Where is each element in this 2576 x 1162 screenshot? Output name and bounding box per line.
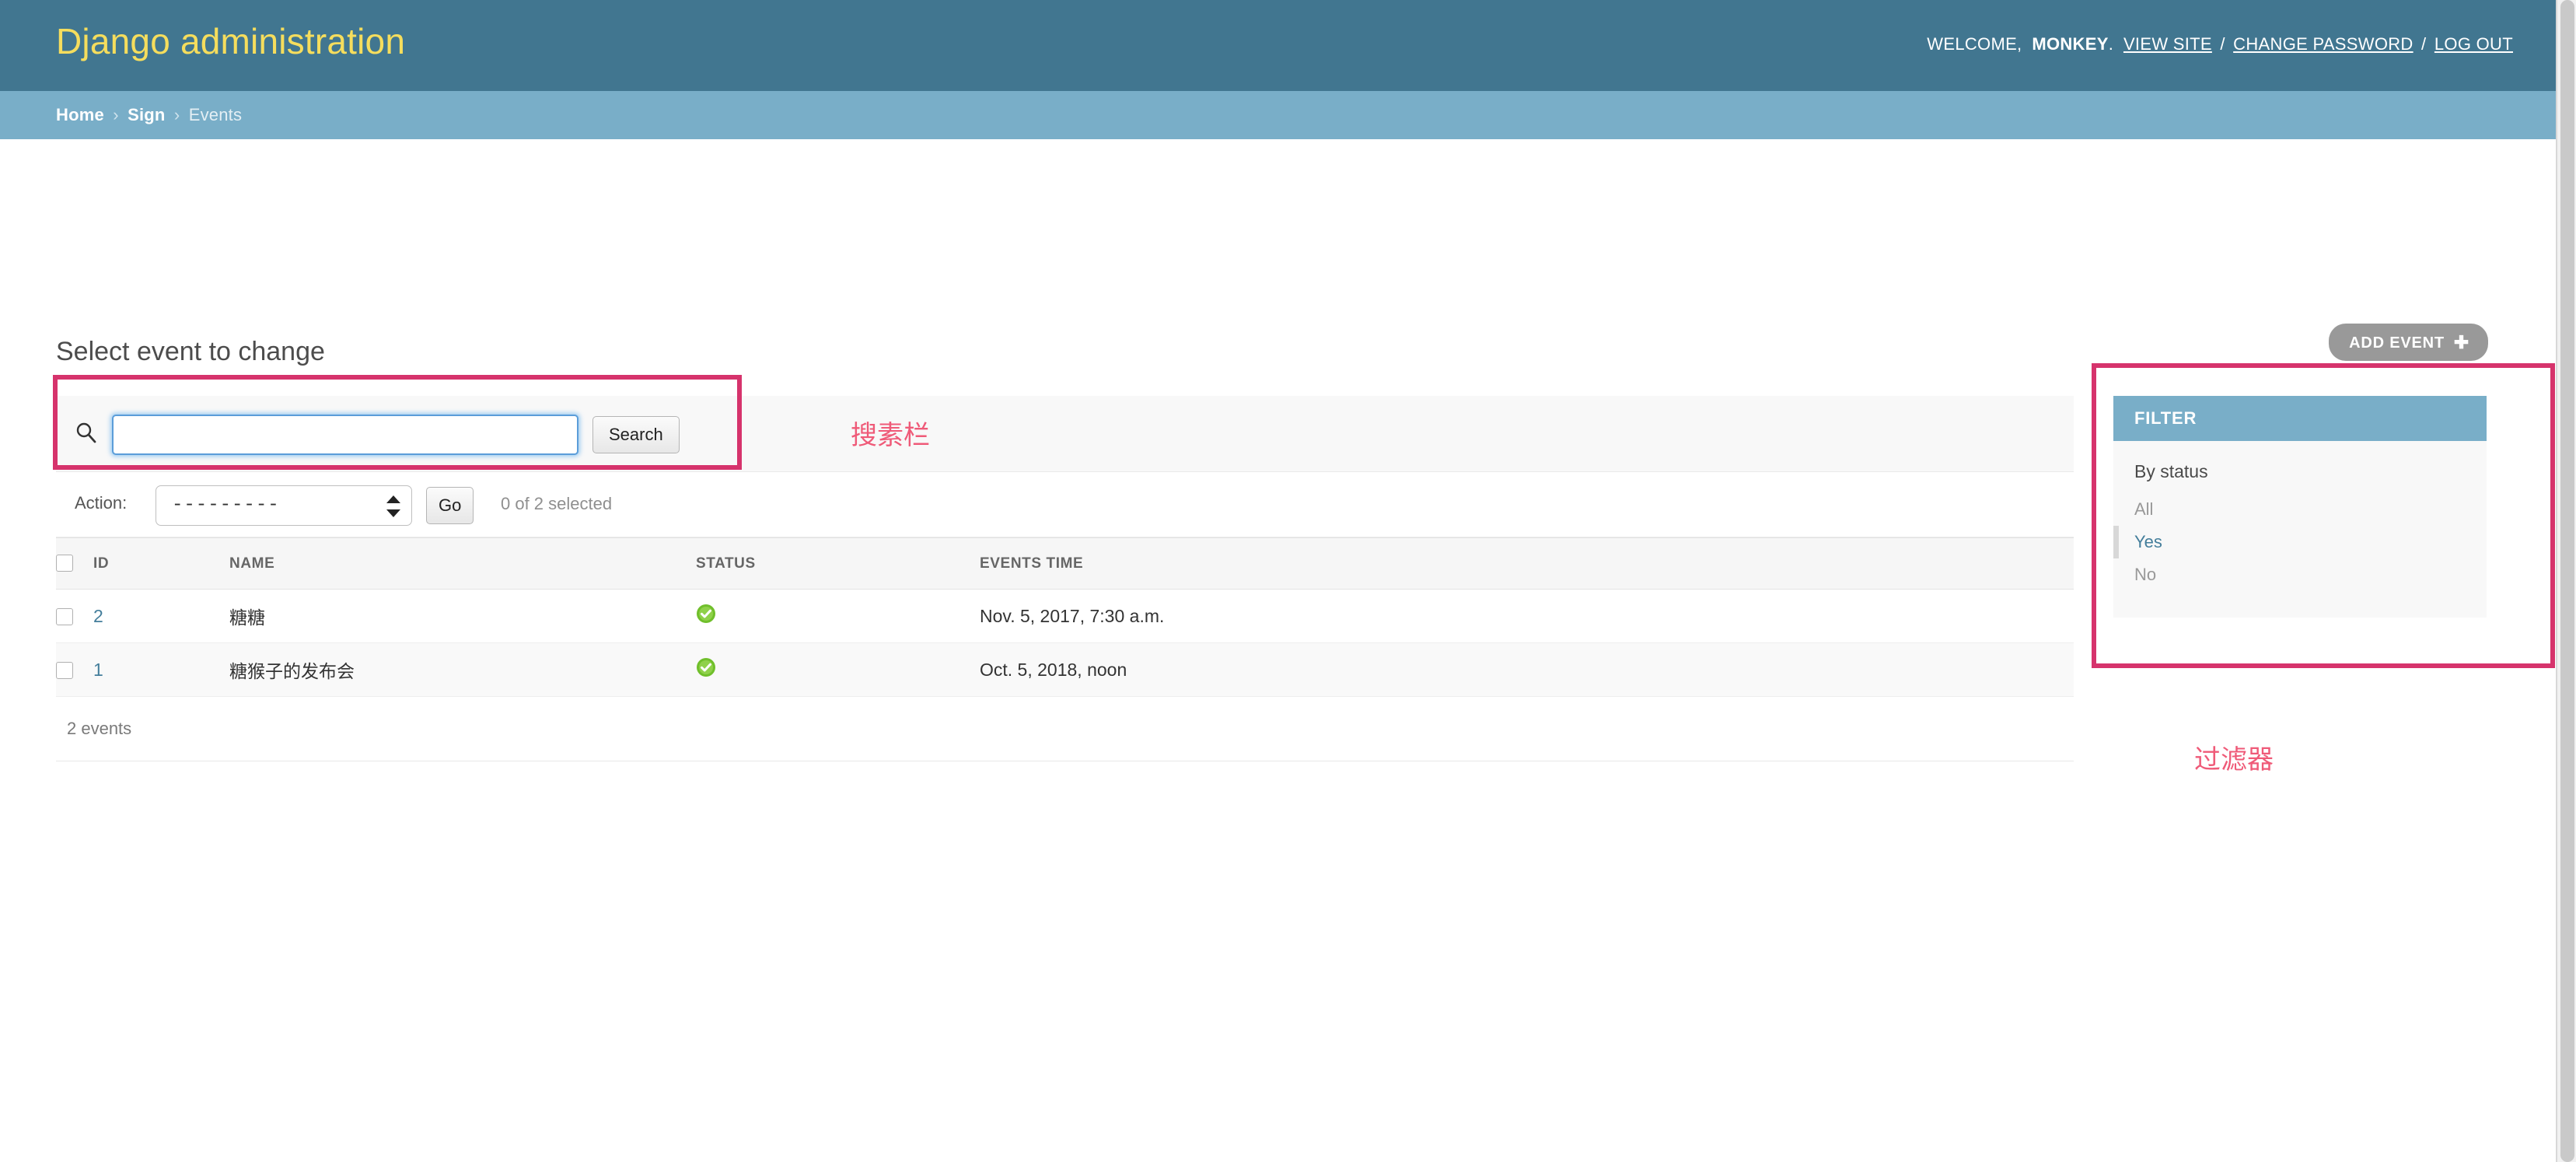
annotation-label-filter: 过滤器 <box>2194 745 2274 775</box>
username-label: MONKEY <box>2032 34 2109 54</box>
change-password-link[interactable]: CHANGE PASSWORD <box>2233 34 2413 54</box>
changelist: Search Action: --------- Go 0 of 2 selec… <box>56 396 2074 761</box>
column-header-name[interactable]: NAME <box>229 537 696 590</box>
filter-group-title: By status <box>2134 461 2208 481</box>
row-time-cell: Nov. 5, 2017, 7:30 a.m. <box>980 589 2074 643</box>
filter-choice-yes[interactable]: Yes <box>2113 526 2487 558</box>
search-submit-button[interactable]: Search <box>592 416 680 453</box>
filter-choice-no-link[interactable]: No <box>2134 565 2156 584</box>
filter-choice-yes-link[interactable]: Yes <box>2134 532 2162 551</box>
search-input[interactable] <box>112 415 578 455</box>
row-status-cell <box>696 589 980 643</box>
filter-choice-all-link[interactable]: All <box>2134 499 2153 519</box>
filter-header: FILTER <box>2113 396 2487 441</box>
table-row: 2 糖糖 Nov. 5, 2017, 7:30 a.m. <box>56 589 2074 643</box>
row-id-cell: 2 <box>93 589 229 643</box>
filter-body: By status All Yes No <box>2113 441 2487 618</box>
site-header: Django administration WELCOME, MONKEY. V… <box>0 0 2556 91</box>
column-header-status[interactable]: STATUS <box>696 537 980 590</box>
select-all-header <box>56 537 93 590</box>
row-id-link[interactable]: 1 <box>93 660 103 680</box>
check-circle-green-icon <box>696 604 716 624</box>
chevron-updown-icon <box>386 495 400 518</box>
breadcrumb-separator-1: › <box>113 105 119 124</box>
action-bar: Action: --------- Go 0 of 2 selected <box>56 472 2074 537</box>
breadcrumb-home[interactable]: Home <box>56 105 104 124</box>
row-status-cell <box>696 642 980 697</box>
row-select-cell <box>56 642 93 697</box>
table-header-row: ID NAME STATUS EVENTS TIME <box>56 537 2074 590</box>
add-event-button[interactable]: ADD EVENT ✚ <box>2329 324 2488 361</box>
row-name-cell: 糖猴子的发布会 <box>229 642 696 697</box>
row-name-cell: 糖糖 <box>229 589 696 643</box>
results-table: ID NAME STATUS EVENTS TIME 2 糖糖 Nov. 5, … <box>56 537 2074 697</box>
paginator: 2 events <box>56 697 2074 761</box>
link-separator-1: / <box>2220 34 2225 54</box>
site-branding: Django administration <box>56 21 406 61</box>
action-select-value: --------- <box>172 495 280 516</box>
username-period: . <box>2108 34 2114 54</box>
page-scrollbar[interactable] <box>2556 0 2576 1162</box>
column-header-id[interactable]: ID <box>93 537 229 590</box>
welcome-text: WELCOME, <box>1927 34 2022 54</box>
row-id-cell: 1 <box>93 642 229 697</box>
filter-choice-no[interactable]: No <box>2113 558 2487 591</box>
filter-choice-all[interactable]: All <box>2113 493 2487 526</box>
page-title: Select event to change <box>56 336 325 366</box>
search-toolbar: Search <box>56 396 2074 472</box>
object-tools: ADD EVENT ✚ <box>2329 324 2488 361</box>
breadcrumb-events: Events <box>188 105 243 124</box>
search-icon <box>75 422 97 443</box>
add-event-label: ADD EVENT <box>2349 334 2445 352</box>
table-row: 1 糖猴子的发布会 Oct. 5, 2018, noon <box>56 642 2074 697</box>
row-time-cell: Oct. 5, 2018, noon <box>980 642 2074 697</box>
check-circle-green-icon <box>696 657 716 677</box>
breadcrumb: Home › Sign › Events <box>0 91 2556 139</box>
column-header-events-time[interactable]: EVENTS TIME <box>980 537 2074 590</box>
breadcrumb-separator-2: › <box>173 105 180 124</box>
browser-viewport: Django administration WELCOME, MONKEY. V… <box>0 0 2556 1162</box>
row-id-link[interactable]: 2 <box>93 606 103 626</box>
plus-icon: ✚ <box>2453 332 2469 352</box>
annotation-label-search: 搜素栏 <box>851 421 930 450</box>
log-out-link[interactable]: LOG OUT <box>2434 34 2513 54</box>
scrollbar-thumb[interactable] <box>2560 0 2574 1162</box>
row-checkbox[interactable] <box>56 662 73 680</box>
action-select[interactable]: --------- <box>156 485 412 526</box>
select-all-checkbox[interactable] <box>56 555 73 572</box>
breadcrumb-sign[interactable]: Sign <box>128 105 165 124</box>
row-select-cell <box>56 589 93 643</box>
user-tools: WELCOME, MONKEY. VIEW SITE / CHANGE PASS… <box>1927 34 2513 54</box>
link-separator-2: / <box>2421 34 2427 54</box>
action-counter: 0 of 2 selected <box>501 494 613 513</box>
filter-sidebar: FILTER By status All Yes No <box>2113 396 2487 618</box>
action-go-button[interactable]: Go <box>426 487 474 524</box>
view-site-link[interactable]: VIEW SITE <box>2123 34 2212 54</box>
row-checkbox[interactable] <box>56 608 73 626</box>
page-root: Django administration WELCOME, MONKEY. V… <box>0 0 2576 1162</box>
action-label: Action: <box>75 493 128 513</box>
